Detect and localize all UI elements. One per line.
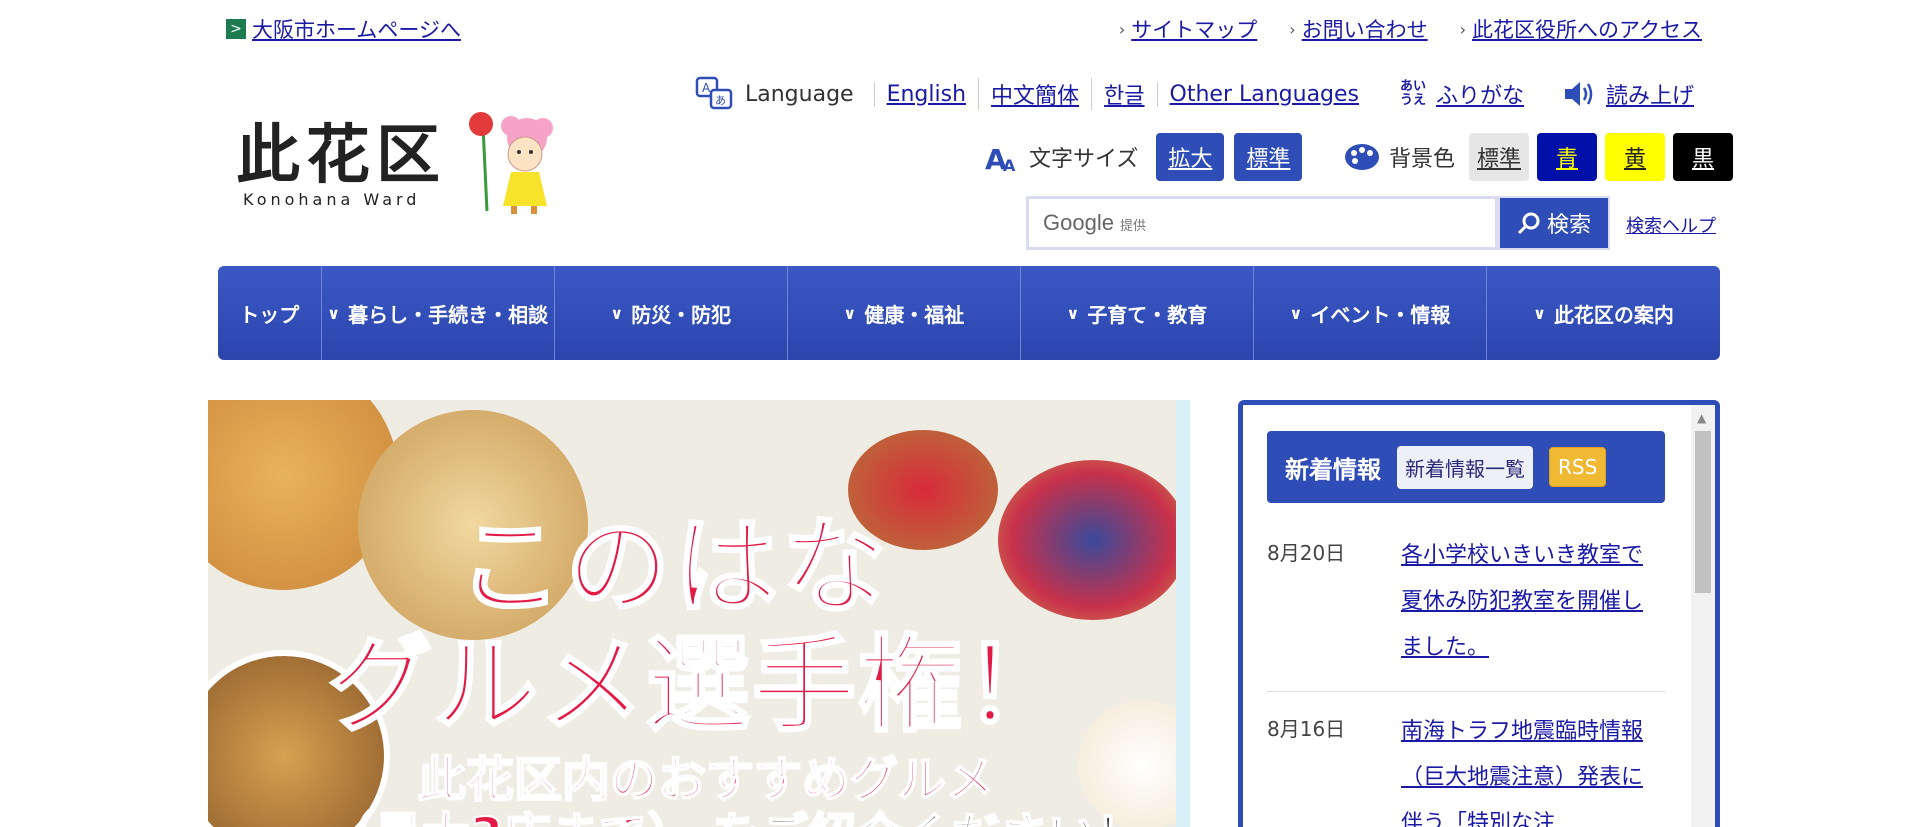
news-title: 新着情報: [1285, 455, 1381, 484]
contact-link[interactable]: › お問い合わせ: [1289, 14, 1427, 44]
read-aloud-label: 読み上げ: [1606, 84, 1695, 109]
lang-chinese-link[interactable]: 中文簡体: [978, 78, 1091, 110]
news-divider: [1267, 691, 1665, 692]
svg-text:A: A: [702, 81, 711, 95]
nav-top-label: トップ: [239, 302, 300, 327]
nav-events[interactable]: ∨ イベント・情報: [1254, 266, 1487, 360]
banner-subtitle-limit: （最大3店まで）: [325, 807, 696, 827]
speaker-icon: [1565, 82, 1593, 106]
news-list-button[interactable]: 新着情報一覧: [1397, 445, 1533, 489]
svg-text:あ: あ: [715, 94, 726, 107]
nav-living[interactable]: ∨ 暮らし・手続き・相談: [322, 266, 555, 360]
lang-other-link[interactable]: Other Languages: [1156, 81, 1372, 107]
translate-icon: A あ: [695, 76, 733, 110]
access-label: 此花区役所へのアクセス: [1472, 18, 1702, 42]
chevron-down-icon: ∨: [1532, 303, 1546, 323]
banner-subtitle-line2: （最大3店まで） をご紹介ください！: [325, 796, 1145, 827]
banner-subtitle-cta: をご紹介ください！: [711, 807, 1145, 827]
news-item: 8月16日 南海トラフ地震臨時情報（巨大地震注意）発表に伴う「特別な注: [1267, 709, 1665, 827]
site-logo-subtitle: Konohana Ward: [243, 190, 421, 209]
news-link[interactable]: 南海トラフ地震臨時情報（巨大地震注意）発表に伴う「特別な注: [1401, 709, 1663, 827]
search-icon: [1517, 212, 1540, 235]
news-date: 8月20日: [1267, 541, 1346, 565]
text-size-controls: A A 文字サイズ 拡大 標準: [985, 133, 1303, 181]
sitemap-label: サイトマップ: [1131, 18, 1258, 42]
news-link[interactable]: 各小学校いきいき教室で夏休み防犯教室を開催しました。: [1401, 533, 1663, 671]
nav-events-label: イベント・情報: [1310, 302, 1451, 327]
read-aloud-button[interactable]: 読み上げ: [1562, 78, 1694, 110]
rss-button[interactable]: RSS: [1549, 447, 1607, 487]
chevron-right-icon: ›: [1289, 19, 1296, 39]
nav-health-label: 健康・福祉: [864, 302, 965, 327]
bg-standard-button[interactable]: 標準: [1469, 133, 1530, 181]
banner-title-line2: グルメ選手権！: [326, 623, 1071, 748]
utility-links: › サイトマップ › お問い合わせ › 此花区役所へのアクセス: [1119, 14, 1702, 44]
search-button-label: 検索: [1546, 213, 1591, 238]
news-scrollbar[interactable]: ▲: [1691, 405, 1715, 827]
nav-childcare-label: 子育て・教育: [1087, 302, 1208, 327]
text-size-label: 文字サイズ: [1029, 147, 1139, 172]
arrow-right-icon: >: [226, 19, 246, 39]
sitemap-link[interactable]: › サイトマップ: [1119, 14, 1257, 44]
osaka-city-link[interactable]: > 大阪市ホームページへ: [226, 14, 461, 44]
chevron-right-icon: ›: [1459, 19, 1467, 39]
chevron-down-icon: ∨: [327, 303, 341, 323]
access-link[interactable]: › 此花区役所へのアクセス: [1460, 14, 1702, 44]
search-help-link[interactable]: 検索ヘルプ: [1626, 212, 1716, 238]
scroll-up-icon[interactable]: ▲: [1697, 411, 1706, 425]
search-placeholder: Google 提供: [1043, 210, 1146, 236]
berry-tart-image: [998, 460, 1188, 620]
google-brand: Google: [1043, 210, 1114, 235]
text-size-icon: A A: [985, 143, 1016, 173]
news-date: 8月16日: [1267, 717, 1346, 741]
nav-health[interactable]: ∨ 健康・福祉: [788, 266, 1021, 360]
global-nav: トップ ∨ 暮らし・手続き・相談 ∨ 防災・防犯 ∨ 健康・福祉 ∨ 子育て・教育 ∨ イ…: [218, 266, 1720, 360]
text-enlarge-button[interactable]: 拡大: [1156, 133, 1225, 181]
furigana-label: ふりがな: [1436, 84, 1525, 109]
lang-korean-link[interactable]: 한글: [1091, 78, 1156, 110]
osaka-city-link-label: 大阪市ホームページへ: [252, 18, 461, 42]
provided-label: 提供: [1119, 218, 1146, 233]
gourmet-banner[interactable]: このはな グルメ選手権！ 此花区内のおすすめグルメ （最大3店まで） をご紹介く…: [208, 400, 1190, 827]
news-header: 新着情報 新着情報一覧 RSS: [1267, 431, 1665, 503]
nav-living-label: 暮らし・手続き・相談: [348, 302, 549, 327]
furigana-toggle[interactable]: あい うえ ふりがな: [1400, 78, 1524, 110]
search-input[interactable]: Google 提供: [1026, 196, 1498, 250]
banner-edge: [1176, 400, 1190, 827]
bg-yellow-button[interactable]: 黄: [1605, 133, 1666, 181]
chevron-down-icon: ∨: [1066, 303, 1080, 323]
nav-childcare[interactable]: ∨ 子育て・教育: [1021, 266, 1254, 360]
nav-top[interactable]: トップ: [218, 266, 322, 360]
bg-black-button[interactable]: 黒: [1673, 133, 1734, 181]
scrollbar-thumb[interactable]: [1695, 431, 1711, 593]
chevron-down-icon: ∨: [1289, 303, 1303, 323]
search-button[interactable]: 検索: [1498, 196, 1610, 250]
lang-english-link[interactable]: English: [873, 81, 978, 107]
palette-icon: [1345, 144, 1379, 170]
text-standard-button[interactable]: 標準: [1234, 133, 1303, 181]
nav-about-label: 此花区の案内: [1553, 302, 1674, 327]
nav-about[interactable]: ∨ 此花区の案内: [1487, 266, 1720, 360]
news-panel: 新着情報 新着情報一覧 RSS 8月20日 各小学校いきいき教室で夏休み防犯教室…: [1238, 400, 1720, 827]
chevron-down-icon: ∨: [610, 303, 624, 323]
background-color-controls: 背景色 標準 青 黄 黒: [1343, 133, 1734, 181]
language-label: Language: [745, 81, 854, 107]
news-item: 8月20日 各小学校いきいき教室で夏休み防犯教室を開催しました。: [1267, 533, 1665, 671]
nav-safety-label: 防災・防犯: [631, 302, 732, 327]
chevron-down-icon: ∨: [843, 303, 857, 323]
chevron-right-icon: ›: [1118, 19, 1126, 39]
background-label: 背景色: [1389, 147, 1456, 172]
language-bar: A あ Language English 中文簡体 한글 Other Langu…: [695, 74, 1371, 114]
site-logo-title[interactable]: 此花区: [236, 104, 446, 196]
furigana-icon: あい うえ: [1400, 79, 1427, 108]
nav-safety[interactable]: ∨ 防災・防犯: [555, 266, 788, 360]
svg-text:A: A: [1003, 156, 1016, 173]
contact-label: お問い合わせ: [1301, 18, 1428, 42]
mascot-icon: [469, 112, 553, 214]
bg-blue-button[interactable]: 青: [1537, 133, 1598, 181]
